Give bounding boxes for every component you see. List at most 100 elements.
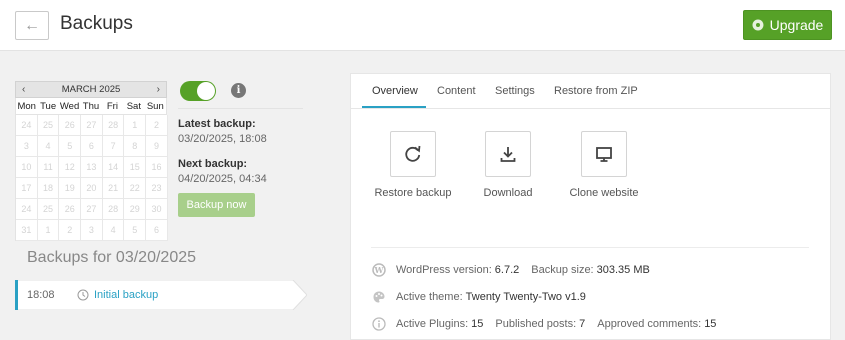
calendar-day[interactable]: 13 bbox=[81, 157, 103, 178]
calendar-day[interactable]: 5 bbox=[59, 136, 82, 157]
restore-backup-label: Restore backup bbox=[374, 187, 452, 199]
weekday-label: Sun bbox=[146, 100, 164, 112]
backup-row-background bbox=[15, 280, 307, 310]
plugins-value: 15 bbox=[471, 318, 484, 330]
posts-label: Published posts: bbox=[495, 318, 577, 330]
calendar-prev-button[interactable]: ‹ bbox=[22, 84, 25, 95]
backup-size-label: Backup size: bbox=[531, 264, 594, 276]
plugins-label: Active Plugins: bbox=[396, 318, 469, 330]
calendar-day[interactable]: 3 bbox=[16, 136, 38, 157]
download-button[interactable] bbox=[485, 131, 531, 177]
calendar-day[interactable]: 30 bbox=[146, 199, 168, 220]
calendar-day[interactable]: 15 bbox=[124, 157, 147, 178]
page-title: Backups bbox=[60, 13, 133, 34]
calendar-day[interactable]: 10 bbox=[16, 157, 38, 178]
auto-backup-toggle[interactable] bbox=[180, 81, 216, 101]
restore-backup-action[interactable]: Restore backup bbox=[368, 131, 458, 201]
tab-restore-from-zip[interactable]: Restore from ZIP bbox=[554, 85, 638, 97]
back-button[interactable]: ← bbox=[15, 11, 49, 40]
download-label: Download bbox=[483, 187, 533, 199]
calendar-day[interactable]: 22 bbox=[124, 178, 147, 199]
backup-time: 18:08 bbox=[27, 289, 55, 301]
tab-overview[interactable]: Overview bbox=[372, 85, 418, 97]
calendar-day[interactable]: 3 bbox=[81, 220, 103, 241]
wp-version-value: 6.7.2 bbox=[494, 264, 520, 276]
calendar-day[interactable]: 2 bbox=[59, 220, 82, 241]
clone-website-label: Clone website bbox=[569, 187, 639, 199]
backup-size-value: 303.35 MB bbox=[596, 264, 650, 276]
calendar-day[interactable]: 1 bbox=[37, 220, 60, 241]
clock-icon bbox=[77, 289, 89, 301]
calendar-day[interactable]: 31 bbox=[16, 220, 38, 241]
calendar-day[interactable]: 8 bbox=[124, 136, 147, 157]
comments-label: Approved comments: bbox=[597, 318, 702, 330]
calendar-day[interactable]: 25 bbox=[37, 199, 60, 220]
calendar-day[interactable]: 26 bbox=[59, 115, 82, 136]
download-action[interactable]: Download bbox=[463, 131, 553, 201]
calendar-day[interactable]: 4 bbox=[102, 220, 125, 241]
arrow-left-icon: ← bbox=[24, 16, 40, 34]
calendar-day[interactable]: 20 bbox=[81, 178, 103, 199]
latest-backup-label: Latest backup: bbox=[178, 118, 256, 130]
calendar-day[interactable]: 17 bbox=[16, 178, 38, 199]
calendar-day[interactable]: 7 bbox=[102, 136, 125, 157]
divider bbox=[178, 108, 303, 109]
stats-info-row: Active Plugins: 15 Published posts: 7 Ap… bbox=[372, 317, 716, 331]
svg-text:W: W bbox=[374, 265, 385, 275]
backup-now-button[interactable]: Backup now bbox=[178, 193, 255, 217]
calendar-day[interactable]: 1 bbox=[124, 115, 147, 136]
calendar-day[interactable]: 9 bbox=[146, 136, 168, 157]
calendar-day[interactable]: 27 bbox=[81, 115, 103, 136]
tab-bar: Overview Content Settings Restore from Z… bbox=[351, 74, 830, 109]
calendar-day[interactable]: 6 bbox=[146, 220, 168, 241]
calendar-day[interactable]: 16 bbox=[146, 157, 168, 178]
theme-label: Active theme: bbox=[396, 291, 463, 303]
toggle-knob bbox=[197, 82, 215, 100]
calendar-day[interactable]: 27 bbox=[81, 199, 103, 220]
wordpress-icon: W bbox=[372, 263, 386, 277]
restore-icon bbox=[405, 145, 421, 162]
posts-value: 7 bbox=[579, 318, 586, 330]
calendar-weekdays: Mon Tue Wed Thu Fri Sat Sun bbox=[15, 98, 167, 114]
calendar-day[interactable]: 18 bbox=[37, 178, 60, 199]
backup-list-item[interactable]: 18:08 Initial backup bbox=[15, 280, 307, 310]
calendar-day[interactable]: 11 bbox=[37, 157, 60, 178]
weekday-label: Mon bbox=[17, 100, 36, 112]
calendar-day[interactable]: 12 bbox=[59, 157, 82, 178]
backup-name-link[interactable]: Initial backup bbox=[94, 289, 158, 301]
restore-backup-button[interactable] bbox=[390, 131, 436, 177]
calendar-day[interactable]: 28 bbox=[102, 115, 125, 136]
calendar-day[interactable]: 6 bbox=[81, 136, 103, 157]
active-tab-indicator bbox=[362, 106, 426, 108]
calendar-day[interactable]: 14 bbox=[102, 157, 125, 178]
wordpress-info-row: W WordPress version: 6.7.2 Backup size: … bbox=[372, 263, 650, 277]
calendar-day[interactable]: 29 bbox=[124, 199, 147, 220]
calendar-day[interactable]: 4 bbox=[37, 136, 60, 157]
calendar-day[interactable]: 21 bbox=[102, 178, 125, 199]
calendar-day[interactable]: 5 bbox=[124, 220, 147, 241]
calendar-day[interactable]: 2 bbox=[146, 115, 168, 136]
info-circle-icon bbox=[372, 317, 386, 331]
palette-icon bbox=[372, 290, 386, 304]
calendar-day[interactable]: 24 bbox=[16, 115, 38, 136]
calendar-next-button[interactable]: › bbox=[157, 84, 160, 95]
tab-settings[interactable]: Settings bbox=[495, 85, 535, 97]
upgrade-button[interactable]: Upgrade bbox=[743, 10, 832, 40]
upgrade-label: Upgrade bbox=[769, 17, 824, 33]
calendar-day[interactable]: 24 bbox=[16, 199, 38, 220]
calendar-day[interactable]: 26 bbox=[59, 199, 82, 220]
weekday-label: Tue bbox=[40, 100, 57, 112]
latest-backup-value: 03/20/2025, 18:08 bbox=[178, 133, 267, 145]
calendar-day[interactable]: 28 bbox=[102, 199, 125, 220]
backup-details-panel: Overview Content Settings Restore from Z… bbox=[350, 73, 831, 340]
calendar-day[interactable]: 23 bbox=[146, 178, 168, 199]
calendar-day[interactable]: 25 bbox=[37, 115, 60, 136]
download-icon bbox=[500, 147, 516, 162]
clone-website-action[interactable]: Clone website bbox=[559, 131, 649, 201]
calendar-day[interactable]: 19 bbox=[59, 178, 82, 199]
calendar-header: ‹ MARCH 2025 › bbox=[15, 81, 167, 98]
theme-value: Twenty Twenty-Two v1.9 bbox=[465, 291, 586, 303]
info-icon[interactable]: i bbox=[231, 83, 246, 98]
tab-content[interactable]: Content bbox=[437, 85, 476, 97]
clone-website-button[interactable] bbox=[581, 131, 627, 177]
